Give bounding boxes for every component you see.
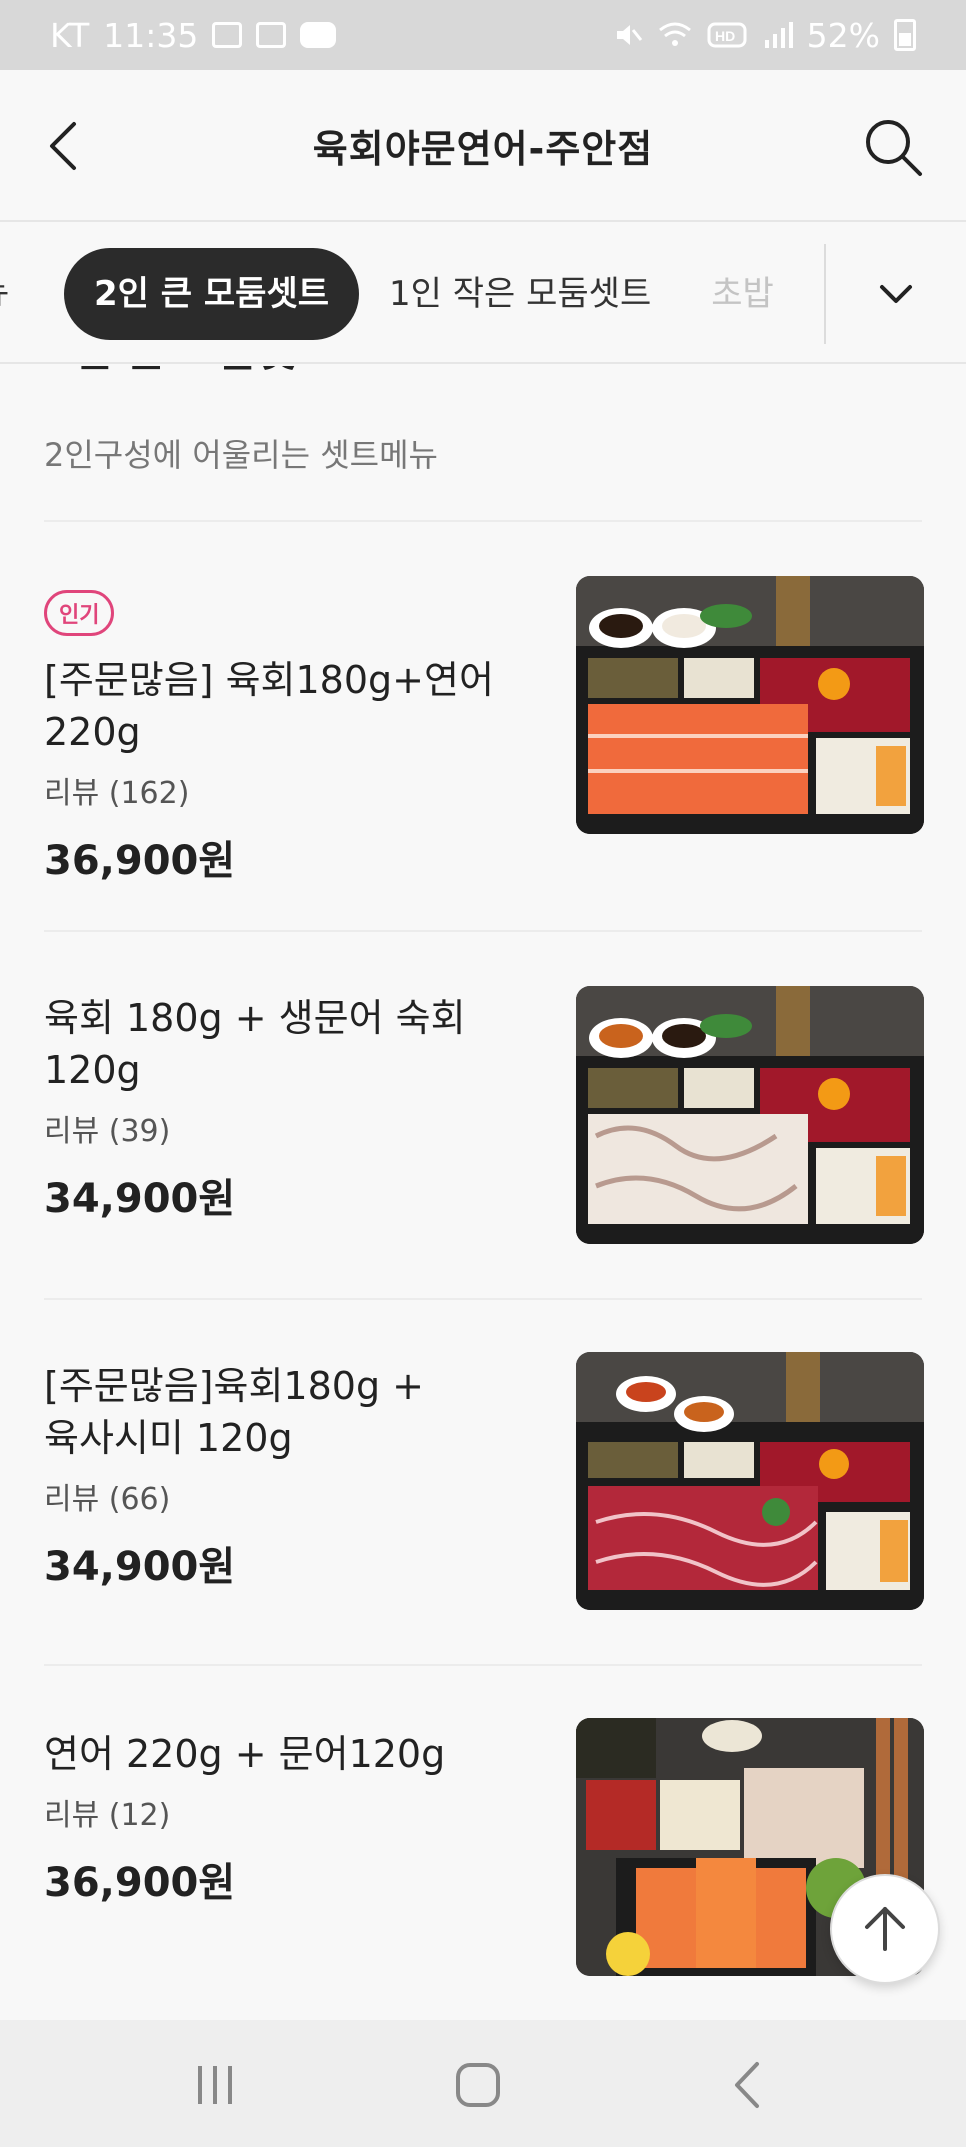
menu-item[interactable]: 인기 [주문많음] 육회180g+연어 220g 리뷰 (162) 36,900…: [0, 576, 966, 884]
menu-item[interactable]: 연어 220g + 문어120g 리뷰 (12) 36,900원: [0, 1718, 966, 1976]
home-button[interactable]: [443, 2050, 513, 2120]
system-back-button[interactable]: [713, 2050, 783, 2120]
signal-icon: [764, 22, 793, 48]
recent-apps-button[interactable]: [180, 2050, 250, 2120]
svg-text:HD: HD: [715, 28, 735, 44]
clock: 11:35: [103, 15, 199, 55]
menu-item-name-line: 육사시미 120g: [44, 1416, 293, 1460]
food-photo-image: [576, 1352, 924, 1610]
section-title: 2인 큰 모둠셋트: [44, 366, 334, 379]
section-description: 2인구성에 어울리는 셋트메뉴: [44, 436, 438, 474]
scroll-to-top-button[interactable]: [830, 1874, 940, 1984]
battery-icon: [894, 19, 916, 51]
divider: [44, 930, 922, 932]
hd-icon: HD: [707, 22, 747, 48]
menu-item-reviews: 리뷰 (12): [44, 1798, 171, 1833]
menu-item-price: 36,900원: [44, 1860, 236, 1906]
menu-item-name: [주문많음]육회180g + 육사시미 120g: [44, 1360, 534, 1464]
category-tab-bar: 뉴 2인 큰 모둠셋트 1인 작은 모둠셋트 초밥: [0, 224, 966, 364]
back-icon: [735, 2062, 759, 2108]
food-photo-image: [576, 986, 924, 1244]
tab-more-button[interactable]: [824, 244, 966, 344]
search-icon: [866, 120, 922, 176]
menu-item-name: 육회 180g + 생문어 숙회 120g: [44, 992, 534, 1096]
tab-2person-set[interactable]: 2인 큰 모둠셋트: [64, 248, 360, 340]
divider: [44, 520, 922, 522]
food-photo-image: [576, 576, 924, 834]
gallery-icon: [212, 22, 243, 48]
page-title: 육회야문연어-주안점: [312, 127, 654, 171]
category-tabs: 뉴 2인 큰 모둠셋트 1인 작은 모둠셋트 초밥: [0, 246, 804, 342]
menu-item-info: 육회 180g + 생문어 숙회 120g 리뷰 (39) 34,900원: [44, 992, 534, 1224]
menu-item-price: 34,900원: [44, 1544, 236, 1590]
status-right: HD 52%: [613, 16, 916, 55]
carrier-label: KT: [50, 15, 90, 55]
mute-icon: [616, 25, 642, 45]
menu-item-name-line: 육회 180g + 생문어 숙회: [44, 996, 466, 1040]
app-header: 육회야문연어-주안점: [0, 70, 966, 222]
home-icon: [456, 2063, 500, 2107]
wifi-icon: [658, 22, 691, 46]
system-nav-bar: [0, 2020, 966, 2147]
tab-1person-set[interactable]: 1인 작은 모둠셋트: [359, 248, 681, 340]
tab-menu-partial[interactable]: 뉴: [0, 246, 9, 338]
menu-item-reviews: 리뷰 (162): [44, 776, 190, 811]
youtube-icon: [300, 22, 337, 48]
menu-item-reviews: 리뷰 (66): [44, 1482, 171, 1517]
arrow-up-icon: [865, 1907, 905, 1951]
tab-sushi[interactable]: 초밥: [681, 248, 804, 340]
battery-label: 52%: [806, 15, 880, 55]
menu-item-name-line: 120g: [44, 1048, 141, 1092]
menu-item[interactable]: 육회 180g + 생문어 숙회 120g 리뷰 (39) 34,900원: [0, 986, 966, 1244]
divider: [44, 1298, 922, 1300]
status-left: KT 11:35: [50, 15, 337, 55]
menu-item-reviews: 리뷰 (39): [44, 1114, 171, 1149]
menu-item-name: [주문많음] 육회180g+연어 220g: [44, 654, 534, 758]
chevron-down-icon: [880, 285, 912, 303]
popular-badge: 인기: [44, 590, 115, 636]
menu-item-price: 34,900원: [44, 1176, 236, 1222]
menu-item-name-line: [주문많음]육회180g +: [44, 1364, 424, 1408]
menu-item-photo: [576, 986, 924, 1244]
menu-item-price: 36,900원: [44, 838, 236, 884]
menu-item-name-line: [주문많음] 육회180g+연어: [44, 658, 494, 702]
menu-item-photo: [576, 1352, 924, 1610]
status-bar: KT 11:35 HD 52%: [0, 0, 966, 70]
divider: [44, 1664, 922, 1666]
message-icon: [256, 22, 287, 48]
menu-item-photo: [576, 576, 924, 834]
menu-item-name-line: 220g: [44, 710, 141, 754]
menu-item-name-line: 연어 220g + 문어120g: [44, 1732, 446, 1776]
menu-item-info: 인기 [주문많음] 육회180g+연어 220g 리뷰 (162) 36,900…: [44, 590, 534, 886]
menu-list: 2인 큰 모둠셋트 2인구성에 어울리는 셋트메뉴 인기 [주문많음] 육회18…: [0, 366, 966, 2020]
menu-item-name: 연어 220g + 문어120g: [44, 1728, 534, 1780]
menu-item-info: [주문많음]육회180g + 육사시미 120g 리뷰 (66) 34,900원: [44, 1360, 534, 1592]
search-button[interactable]: [860, 114, 926, 180]
recent-apps-icon: [198, 2066, 232, 2104]
menu-item[interactable]: [주문많음]육회180g + 육사시미 120g 리뷰 (66) 34,900원: [0, 1352, 966, 1610]
menu-item-info: 연어 220g + 문어120g 리뷰 (12) 36,900원: [44, 1728, 534, 1908]
